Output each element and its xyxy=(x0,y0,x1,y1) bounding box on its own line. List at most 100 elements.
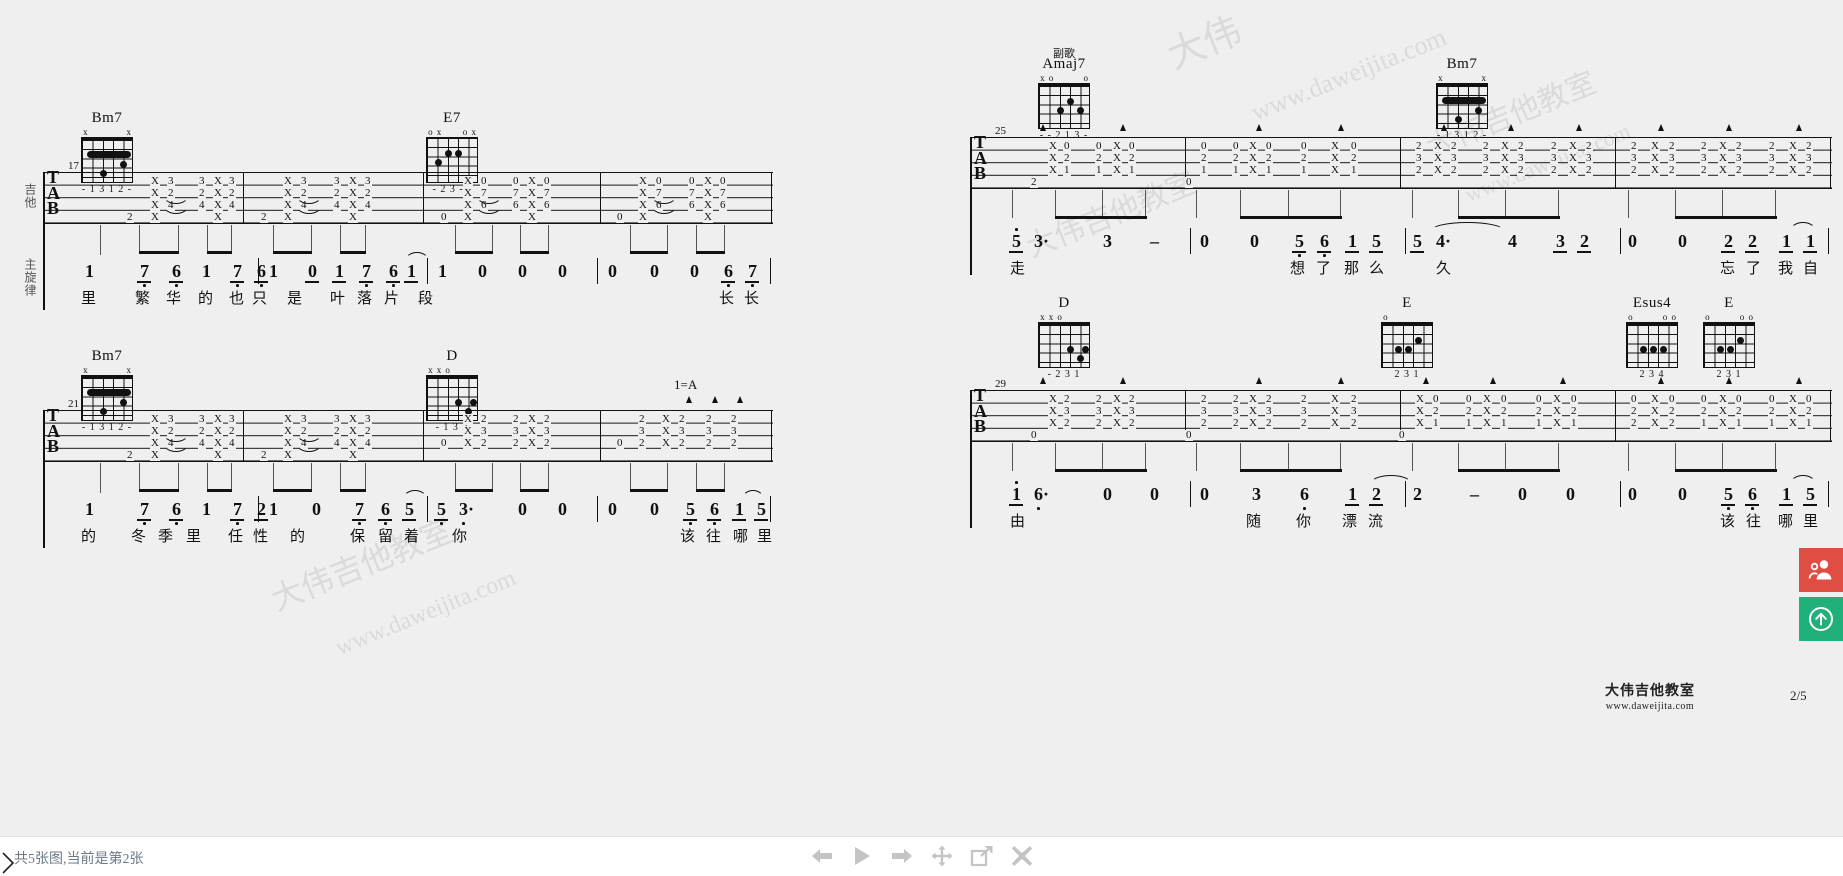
tab-digit: 0 xyxy=(1030,429,1038,441)
tab-digit: 2 xyxy=(364,187,372,199)
tab-digit: 3 xyxy=(364,175,372,187)
tab-digit: 3 xyxy=(543,425,551,437)
tab-digit: 3 xyxy=(300,413,308,425)
barline xyxy=(423,172,425,224)
jianpu-underline xyxy=(1745,251,1759,253)
lyric-syllable: 该 xyxy=(680,529,696,545)
tab-digit: 3 xyxy=(1415,152,1423,164)
jianpu-note: 5 xyxy=(757,499,766,519)
jianpu-barline xyxy=(427,258,429,284)
note-beam xyxy=(1240,216,1342,219)
tab-digit: 2 xyxy=(1063,152,1071,164)
tab-digit: 0 xyxy=(1350,140,1358,152)
strum-up-arrow xyxy=(1658,124,1664,131)
jianpu-underline xyxy=(707,519,721,521)
tab-digit: 0 xyxy=(543,175,551,187)
tab-digit: 1 xyxy=(1350,164,1358,176)
tab-digit: 3 xyxy=(1265,405,1273,417)
jianpu-note: 0 xyxy=(650,499,659,519)
tab-digit: 0 xyxy=(1768,393,1776,405)
tab-digit: X xyxy=(1330,152,1340,164)
tab-digit: 2 xyxy=(730,413,738,425)
note-stem xyxy=(207,463,208,491)
jianpu-note: 0 xyxy=(1628,484,1637,504)
jianpu-note: 7 xyxy=(140,261,149,281)
prev-image-button[interactable] xyxy=(808,842,836,870)
tab-digit: 1 xyxy=(1535,417,1543,429)
strum-up-arrow xyxy=(1338,377,1344,384)
lyric-syllable: 长 xyxy=(744,291,760,307)
next-image-button[interactable] xyxy=(888,842,916,870)
tab-digit: 2 xyxy=(1630,164,1638,176)
note-stem xyxy=(1675,190,1676,218)
fretboard-grid xyxy=(1381,322,1433,368)
jianpu-underline xyxy=(745,281,759,283)
tab-digit: 2 xyxy=(1415,140,1423,152)
jianpu-note: 0 xyxy=(558,261,567,281)
jianpu-note: 5 xyxy=(405,499,414,519)
jianpu-note: 0 xyxy=(478,261,487,281)
tab-digit: 2 xyxy=(1668,164,1676,176)
jianpu-note: 4· xyxy=(1436,231,1452,251)
tab-digit: X xyxy=(1788,393,1798,405)
lyric-syllable: 繁 xyxy=(135,291,151,307)
finger-dot xyxy=(1640,346,1647,353)
tab-digit: 0 xyxy=(1128,140,1136,152)
note-beam xyxy=(520,489,549,492)
tab-digit: 0 xyxy=(440,211,448,223)
lyric-syllable: 往 xyxy=(706,529,722,545)
finger-dot xyxy=(1737,337,1744,344)
tab-digit: 0 xyxy=(616,211,624,223)
jianpu-octave-dot xyxy=(713,522,716,525)
tab-digit: 0 xyxy=(440,437,448,449)
jianpu-underline xyxy=(1779,251,1793,253)
chord-name: D xyxy=(1058,295,1070,311)
jianpu-tie xyxy=(403,490,427,499)
jianpu-octave-dot xyxy=(462,522,465,525)
tab-digit: 2 xyxy=(198,187,206,199)
tab-digit: 3 xyxy=(1095,405,1103,417)
note-stem xyxy=(1722,443,1723,471)
tab-digit: 2 xyxy=(1482,140,1490,152)
jianpu-note: 0 xyxy=(312,499,321,519)
jianpu-barline xyxy=(1190,228,1192,254)
note-stem xyxy=(178,463,179,491)
pan-button[interactable] xyxy=(928,842,956,870)
jianpu-note: 0 xyxy=(1678,231,1687,251)
strum-up-arrow xyxy=(1576,124,1582,131)
note-stem xyxy=(1558,190,1559,218)
tab-digit: X xyxy=(283,413,293,425)
barline-end xyxy=(771,172,773,224)
barre-line xyxy=(87,151,131,158)
tab-digit: 0 xyxy=(1735,393,1743,405)
share-group-fab[interactable] xyxy=(1799,548,1843,592)
tab-digit: X xyxy=(1650,152,1660,164)
open-mute-marks: oxox xyxy=(428,127,476,137)
fretboard-grid xyxy=(1703,322,1755,368)
tab-digit: 1 xyxy=(1700,417,1708,429)
tab-digit: 2 xyxy=(1700,405,1708,417)
play-slideshow-button[interactable] xyxy=(848,842,876,870)
tab-digit: X xyxy=(1650,405,1660,417)
jianpu-note: 5 xyxy=(1012,231,1021,251)
open-original-button[interactable] xyxy=(968,842,996,870)
lyric-syllable: 华 xyxy=(166,291,182,307)
jianpu-underline xyxy=(1369,504,1383,506)
strum-up-arrow xyxy=(686,396,692,403)
tab-digit: 2 xyxy=(1030,176,1038,188)
sheet-music-canvas[interactable]: 大伟 www.daweijita.com 大伟吉他教室 www.daweijit… xyxy=(0,0,1843,836)
prev-page-chevron[interactable] xyxy=(0,850,16,876)
jianpu-note: 1 xyxy=(85,499,94,519)
barline xyxy=(243,410,245,462)
note-stem xyxy=(1628,190,1629,218)
back-to-top-fab[interactable] xyxy=(1799,597,1843,641)
close-button[interactable] xyxy=(1008,842,1036,870)
jianpu-note: 5 xyxy=(1724,484,1733,504)
lyric-syllable: 落 xyxy=(357,291,373,307)
note-stem xyxy=(630,225,631,253)
lyric-syllable: 冬 xyxy=(131,529,147,545)
tab-digit: 2 xyxy=(1232,152,1240,164)
lyric-syllable: 保 xyxy=(350,529,366,545)
tab-digit: 3 xyxy=(364,413,372,425)
jianpu-octave-dot xyxy=(440,522,443,525)
